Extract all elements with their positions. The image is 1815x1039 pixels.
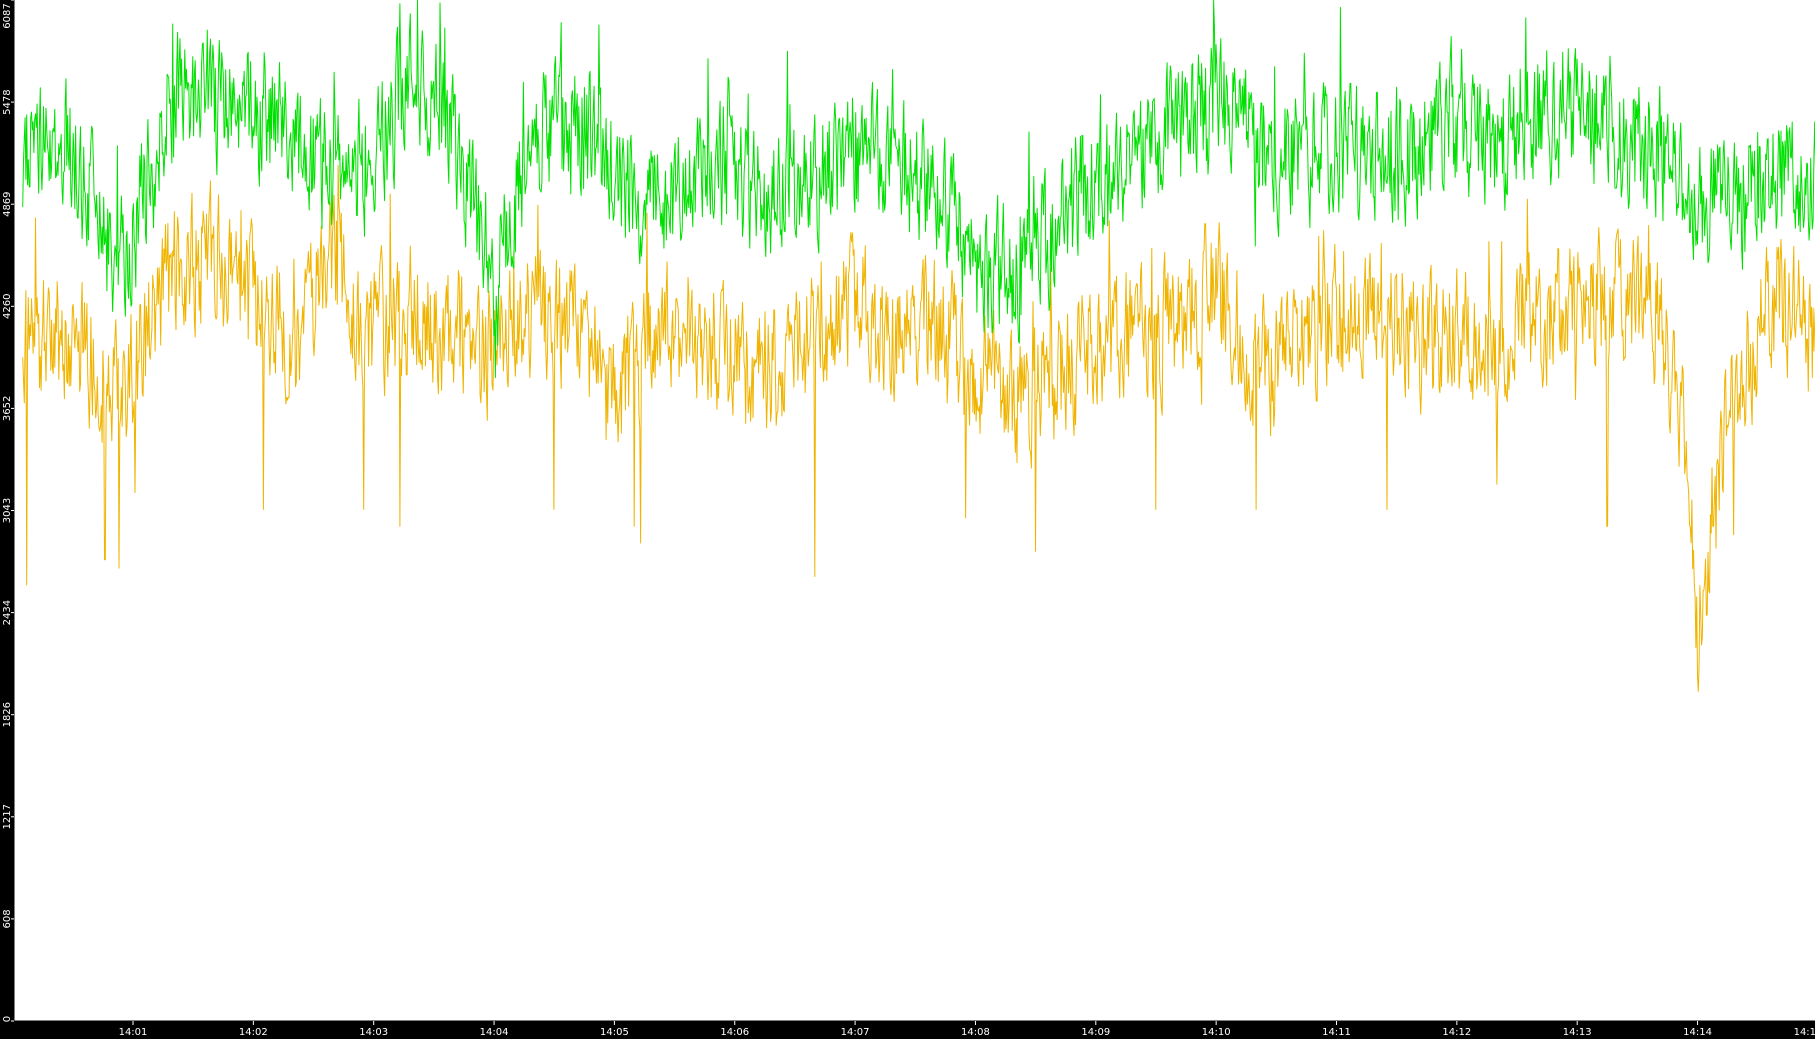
- x-tick-label: 14:08: [961, 1027, 990, 1038]
- x-tick-label: 14:07: [841, 1027, 870, 1038]
- x-tick-label: 14:04: [480, 1027, 509, 1038]
- line-chart: 0 608 1217 1826 2434 3043 3652 4260 4869 5478 6087…: [0, 0, 1815, 1039]
- y-axis: 0 608 1217 1826 2434 3043 3652 4260 4869 5478 6087: [2, 0, 15, 1022]
- x-tick-label: 14:10: [1202, 1027, 1231, 1038]
- x-tick-label: 14:03: [359, 1027, 388, 1038]
- x-axis: 14:01 14:02 14:03 14:04 14:05 14:06 14:07 14:08…: [14, 1020, 1815, 1038]
- plot-area: [14, 0, 1815, 1021]
- x-tick-label: 14:11: [1322, 1027, 1351, 1038]
- x-tick-label: 14:06: [720, 1027, 749, 1038]
- y-tick-label: 3652: [2, 396, 13, 421]
- y-tick-label: 0: [2, 1016, 13, 1022]
- x-tick-label: 14:13: [1563, 1027, 1592, 1038]
- y-tick-label: 5478: [2, 89, 13, 114]
- x-tick-label: 14:01: [119, 1027, 148, 1038]
- x-tick-label: 14:15: [1794, 1027, 1815, 1038]
- x-tick-label: 14:02: [239, 1027, 268, 1038]
- y-tick-label: 4869: [2, 191, 13, 216]
- x-tick-label: 14:12: [1442, 1027, 1471, 1038]
- chart-canvas: 0 608 1217 1826 2434 3043 3652 4260 4869 5478 6087…: [2, 0, 1815, 1038]
- y-tick-label: 1217: [2, 804, 13, 829]
- y-tick-label: 1826: [2, 702, 13, 727]
- y-tick-label: 6087: [2, 3, 13, 28]
- x-tick-label: 14:09: [1081, 1027, 1110, 1038]
- y-tick-label: 4260: [2, 294, 13, 319]
- y-tick-label: 608: [2, 909, 13, 928]
- y-tick-label: 2434: [2, 600, 13, 625]
- y-tick-label: 3043: [2, 498, 13, 523]
- x-tick-label: 14:05: [600, 1027, 629, 1038]
- x-tick-label: 14:14: [1683, 1027, 1712, 1038]
